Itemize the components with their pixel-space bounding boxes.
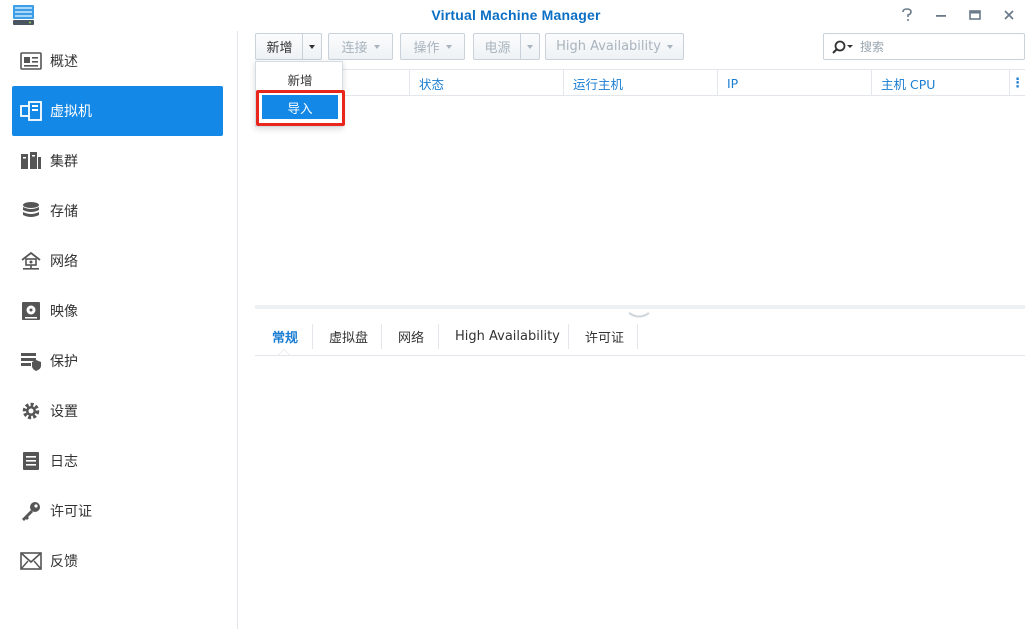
tab-general[interactable]: 常规 (272, 324, 298, 349)
create-dropdown-menu: 新增 导入 (255, 61, 343, 127)
sidebar-item-label: 虚拟机 (50, 104, 92, 120)
sidebar-item-label: 设置 (50, 404, 78, 420)
sidebar-item-label: 概述 (50, 54, 78, 70)
column-header-host-cpu[interactable]: 主机 CPU (871, 70, 1009, 96)
cluster-icon (20, 150, 42, 172)
sidebar-item-label: 集群 (50, 154, 78, 170)
tab-high-availability[interactable]: High Availability (455, 324, 560, 349)
title-bar: Virtual Machine Manager (0, 0, 1032, 31)
connect-button-label: 连接 (341, 41, 368, 56)
chevron-down-icon (445, 44, 452, 49)
minimize-icon[interactable] (930, 5, 952, 25)
close-icon[interactable] (998, 5, 1020, 25)
tab-virtual-disk[interactable]: 虚拟盘 (329, 324, 368, 349)
network-icon (20, 250, 42, 272)
tab-separator (312, 324, 313, 349)
power-dropdown-toggle[interactable] (520, 33, 540, 60)
sidebar-item-label: 存储 (50, 204, 78, 220)
tab-separator (381, 324, 382, 349)
menu-item-create[interactable]: 新增 (262, 67, 338, 91)
maximize-icon[interactable] (964, 5, 986, 25)
menu-item-import[interactable]: 导入 (262, 95, 338, 119)
sidebar-item-log[interactable]: 日志 (12, 436, 223, 486)
sidebar-item-feedback[interactable]: 反馈 (12, 536, 223, 586)
tab-network[interactable]: 网络 (398, 324, 424, 349)
sidebar-item-settings[interactable]: 设置 (12, 386, 223, 436)
splitter-handle-icon[interactable] (627, 309, 651, 318)
column-options-icon[interactable]: ⋮ (1009, 70, 1025, 96)
gear-icon (20, 400, 42, 422)
tab-license[interactable]: 许可证 (585, 324, 624, 349)
key-icon (20, 500, 42, 522)
log-icon (20, 450, 42, 472)
toolbar: 新增 连接 操作 电源 High Availability (255, 33, 1025, 61)
sidebar-item-network[interactable]: 网络 (12, 236, 223, 286)
create-button[interactable]: 新增 (255, 33, 303, 60)
sidebar-item-label: 许可证 (50, 504, 92, 520)
column-header-ip[interactable]: IP (717, 70, 871, 96)
create-button-label: 新增 (266, 41, 293, 56)
tab-separator (568, 324, 569, 349)
search-input[interactable] (860, 39, 1010, 54)
sidebar-item-image[interactable]: 映像 (12, 286, 223, 336)
grid-header: 状态 运行主机 IP 主机 CPU ⋮ (255, 70, 1025, 96)
help-icon[interactable] (896, 5, 918, 25)
storage-icon (20, 200, 42, 222)
sidebar-item-label: 反馈 (50, 554, 78, 570)
sidebar-item-protection[interactable]: 保护 (12, 336, 223, 386)
image-icon (20, 300, 42, 322)
chevron-down-icon (527, 44, 533, 49)
connect-button[interactable]: 连接 (328, 33, 393, 60)
sidebar-item-overview[interactable]: 概述 (12, 36, 223, 86)
create-dropdown-toggle[interactable] (302, 33, 322, 60)
chevron-down-icon (309, 44, 315, 49)
sidebar-item-label: 保护 (50, 354, 78, 370)
column-header-host[interactable]: 运行主机 (563, 70, 717, 96)
overview-icon (20, 50, 42, 72)
search-box[interactable] (823, 33, 1025, 60)
high-availability-button[interactable]: High Availability (545, 33, 684, 60)
active-tab-pointer (278, 349, 290, 355)
sidebar-item-label: 日志 (50, 454, 78, 470)
sidebar-item-label: 网络 (50, 254, 78, 270)
detail-tabs: 常规 虚拟盘 网络 High Availability 许可证 (255, 324, 1025, 356)
sidebar-item-label: 映像 (50, 304, 78, 320)
sidebar-item-license[interactable]: 许可证 (12, 486, 223, 536)
sidebar-item-storage[interactable]: 存储 (12, 186, 223, 236)
sidebar-item-cluster[interactable]: 集群 (12, 136, 223, 186)
action-button-label: 操作 (413, 41, 440, 56)
virtual-machine-icon (20, 100, 42, 122)
action-button[interactable]: 操作 (400, 33, 465, 60)
sidebar-item-virtual-machine[interactable]: 虚拟机 (12, 86, 223, 136)
window-title: Virtual Machine Manager (431, 7, 601, 23)
chevron-down-icon (373, 44, 380, 49)
high-availability-button-label: High Availability (556, 39, 661, 54)
chevron-down-icon (666, 44, 673, 49)
power-button[interactable]: 电源 (473, 33, 521, 60)
tab-separator (438, 324, 439, 349)
tab-separator (637, 324, 638, 349)
column-header-status[interactable]: 状态 (409, 70, 563, 96)
app-window: Virtual Machine Manager 概述 虚拟机 集群 存储 网络 … (0, 0, 1032, 629)
vm-grid: 状态 运行主机 IP 主机 CPU ⋮ (255, 69, 1025, 304)
protection-icon (20, 350, 42, 372)
power-button-label: 电源 (484, 41, 511, 56)
search-icon[interactable] (832, 40, 854, 54)
sidebar: 概述 虚拟机 集群 存储 网络 映像 保护 设置 日志 许可证 反馈 (0, 31, 238, 629)
envelope-icon (20, 550, 42, 572)
